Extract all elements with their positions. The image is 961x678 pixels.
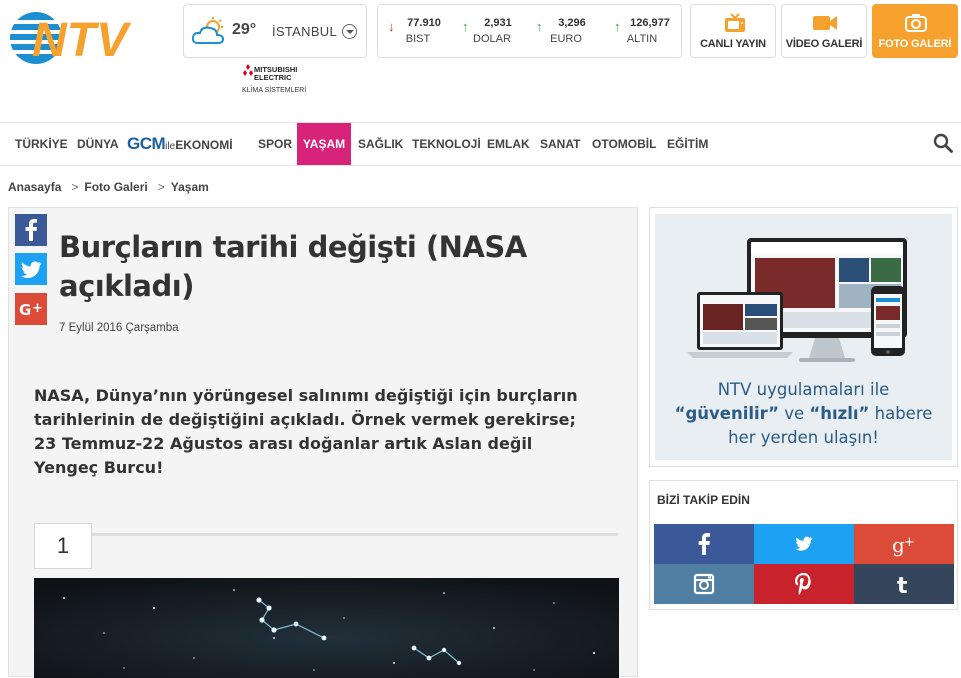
twitter-icon [795,536,813,551]
follow-pinterest-button[interactable] [754,564,854,604]
breadcrumb-photo-gallery[interactable]: Foto Galeri [84,180,147,194]
svg-text:t: t [897,574,908,599]
city-dropdown-icon[interactable] [342,24,357,39]
devices-illustration [687,238,907,362]
twitter-icon [21,261,42,278]
svg-text:+: + [904,535,915,550]
market-altin[interactable]: ↑ 126,977 ALTIN [606,15,678,51]
nav-item-turkiye[interactable]: TÜRKİYE [15,123,68,165]
arrow-down-icon: ↓ [388,19,395,34]
article-lead: NASA, Dünya’nın yörüngesel salınımı deği… [34,386,578,477]
nav-item-dunya[interactable]: DÜNYA [77,123,119,165]
sponsor-brand: MITSUBISHI ELECTRIC [254,65,298,82]
gallery-page-number: 1 [34,523,92,569]
nav-item-emlak[interactable]: EMLAK [487,123,530,165]
gallery-progress-line [91,533,618,536]
site-header: NTV 29° İSTANBUL MITSUBISHI ELECTRIC KLİM… [0,0,961,120]
photo-gallery-button[interactable]: FOTO GALERİ [872,4,958,58]
share-twitter-button[interactable] [15,253,47,285]
market-dolar[interactable]: ↑ 2,931 DOLAR [456,15,528,51]
video-gallery-button[interactable]: VİDEO GALERİ [781,4,867,58]
facebook-icon [25,219,37,241]
share-facebook-button[interactable] [15,214,47,246]
instagram-icon [693,573,715,595]
gcm-logo: GCM [127,134,166,153]
tv-icon [725,13,745,32]
svg-text:G: G [19,301,31,319]
partly-cloudy-icon [192,17,225,44]
nav-item-egitim[interactable]: EĞİTİM [667,123,708,165]
follow-us-widget: BİZİ TAKİP EDİN g + t [649,480,958,610]
follow-us-title: BİZİ TAKİP EDİN [657,493,750,507]
breadcrumb: Anasayfa > Foto Galeri > Yaşam [8,180,209,194]
ntv-logo[interactable]: NTV [8,8,168,68]
weather-temperature: 29° [232,21,257,38]
svg-text:+: + [32,301,43,316]
app-promo-banner[interactable]: NTV uygulamaları ile “güvenilir” ve “hız… [649,207,958,467]
gallery-image-constellation[interactable] [34,578,619,678]
sponsor-logo[interactable]: MITSUBISHI ELECTRIC KLİMA SİSTEMLERİ [240,64,310,100]
article-date: 7 Eylül 2016 Çarşamba [59,322,179,334]
app-promo-inner: NTV uygulamaları ile “güvenilir” ve “hız… [655,214,952,460]
follow-google-plus-button[interactable]: g + [854,524,954,564]
tumblr-icon: t [897,574,908,599]
arrow-up-icon: ↑ [462,19,469,34]
ntv-logo-icon: NTV [8,12,132,67]
follow-facebook-button[interactable] [654,524,754,564]
share-google-plus-button[interactable]: G + [15,293,47,325]
breadcrumb-yasam[interactable]: Yaşam [171,180,209,194]
search-icon[interactable] [933,133,953,153]
facebook-icon [698,533,710,555]
svg-text:NTV: NTV [32,14,132,67]
app-promo-text: NTV uygulamaları ile “güvenilir” ve “hız… [674,380,933,447]
nav-item-ekonomi[interactable]: GCMileEKONOMİ [127,123,233,165]
article-title: Burçların tarihi değişti (NASA açıkladı) [59,230,527,303]
market-bist[interactable]: ↓ 77.910 BIST [382,15,454,51]
live-broadcast-button[interactable]: CANLI YAYIN [690,4,776,58]
breadcrumb-home[interactable]: Anasayfa [8,180,61,194]
mitsubishi-diamonds-icon [243,64,253,76]
weather-city: İSTANBUL [272,24,338,39]
constellation-image [34,578,619,678]
sponsor-subtitle: KLİMA SİSTEMLERİ [242,87,307,94]
nav-item-otomobil[interactable]: OTOMOBİL [592,123,656,165]
arrow-up-icon: ↑ [536,19,543,34]
nav-item-yasam[interactable]: YAŞAM [297,123,351,165]
nav-item-spor[interactable]: SPOR [258,123,292,165]
follow-instagram-button[interactable] [654,564,754,604]
video-camera-icon [813,16,837,30]
pinterest-icon [795,573,811,595]
markets-widget[interactable]: ↓ 77.910 BIST ↑ 2,931 DOLAR ↑ 3,296 EURO… [377,4,682,58]
weather-widget[interactable]: 29° İSTANBUL [183,4,367,58]
main-navigation: TÜRKİYE DÜNYA GCMileEKONOMİ SPOR YAŞAM S… [0,122,961,166]
google-plus-icon: g + [892,533,915,557]
nav-item-teknoloji[interactable]: TEKNOLOJİ [412,123,481,165]
follow-tumblr-button[interactable]: t [854,564,954,604]
google-plus-icon: G + [19,301,43,319]
article-container: G + Burçların tarihi değişti (NASA açıkl… [8,207,638,678]
photo-camera-icon [905,14,927,32]
nav-item-sanat[interactable]: SANAT [540,123,580,165]
arrow-up-icon: ↑ [614,19,621,34]
market-euro[interactable]: ↑ 3,296 EURO [530,15,602,51]
follow-twitter-button[interactable] [754,524,854,564]
nav-item-saglik[interactable]: SAĞLIK [358,123,403,165]
